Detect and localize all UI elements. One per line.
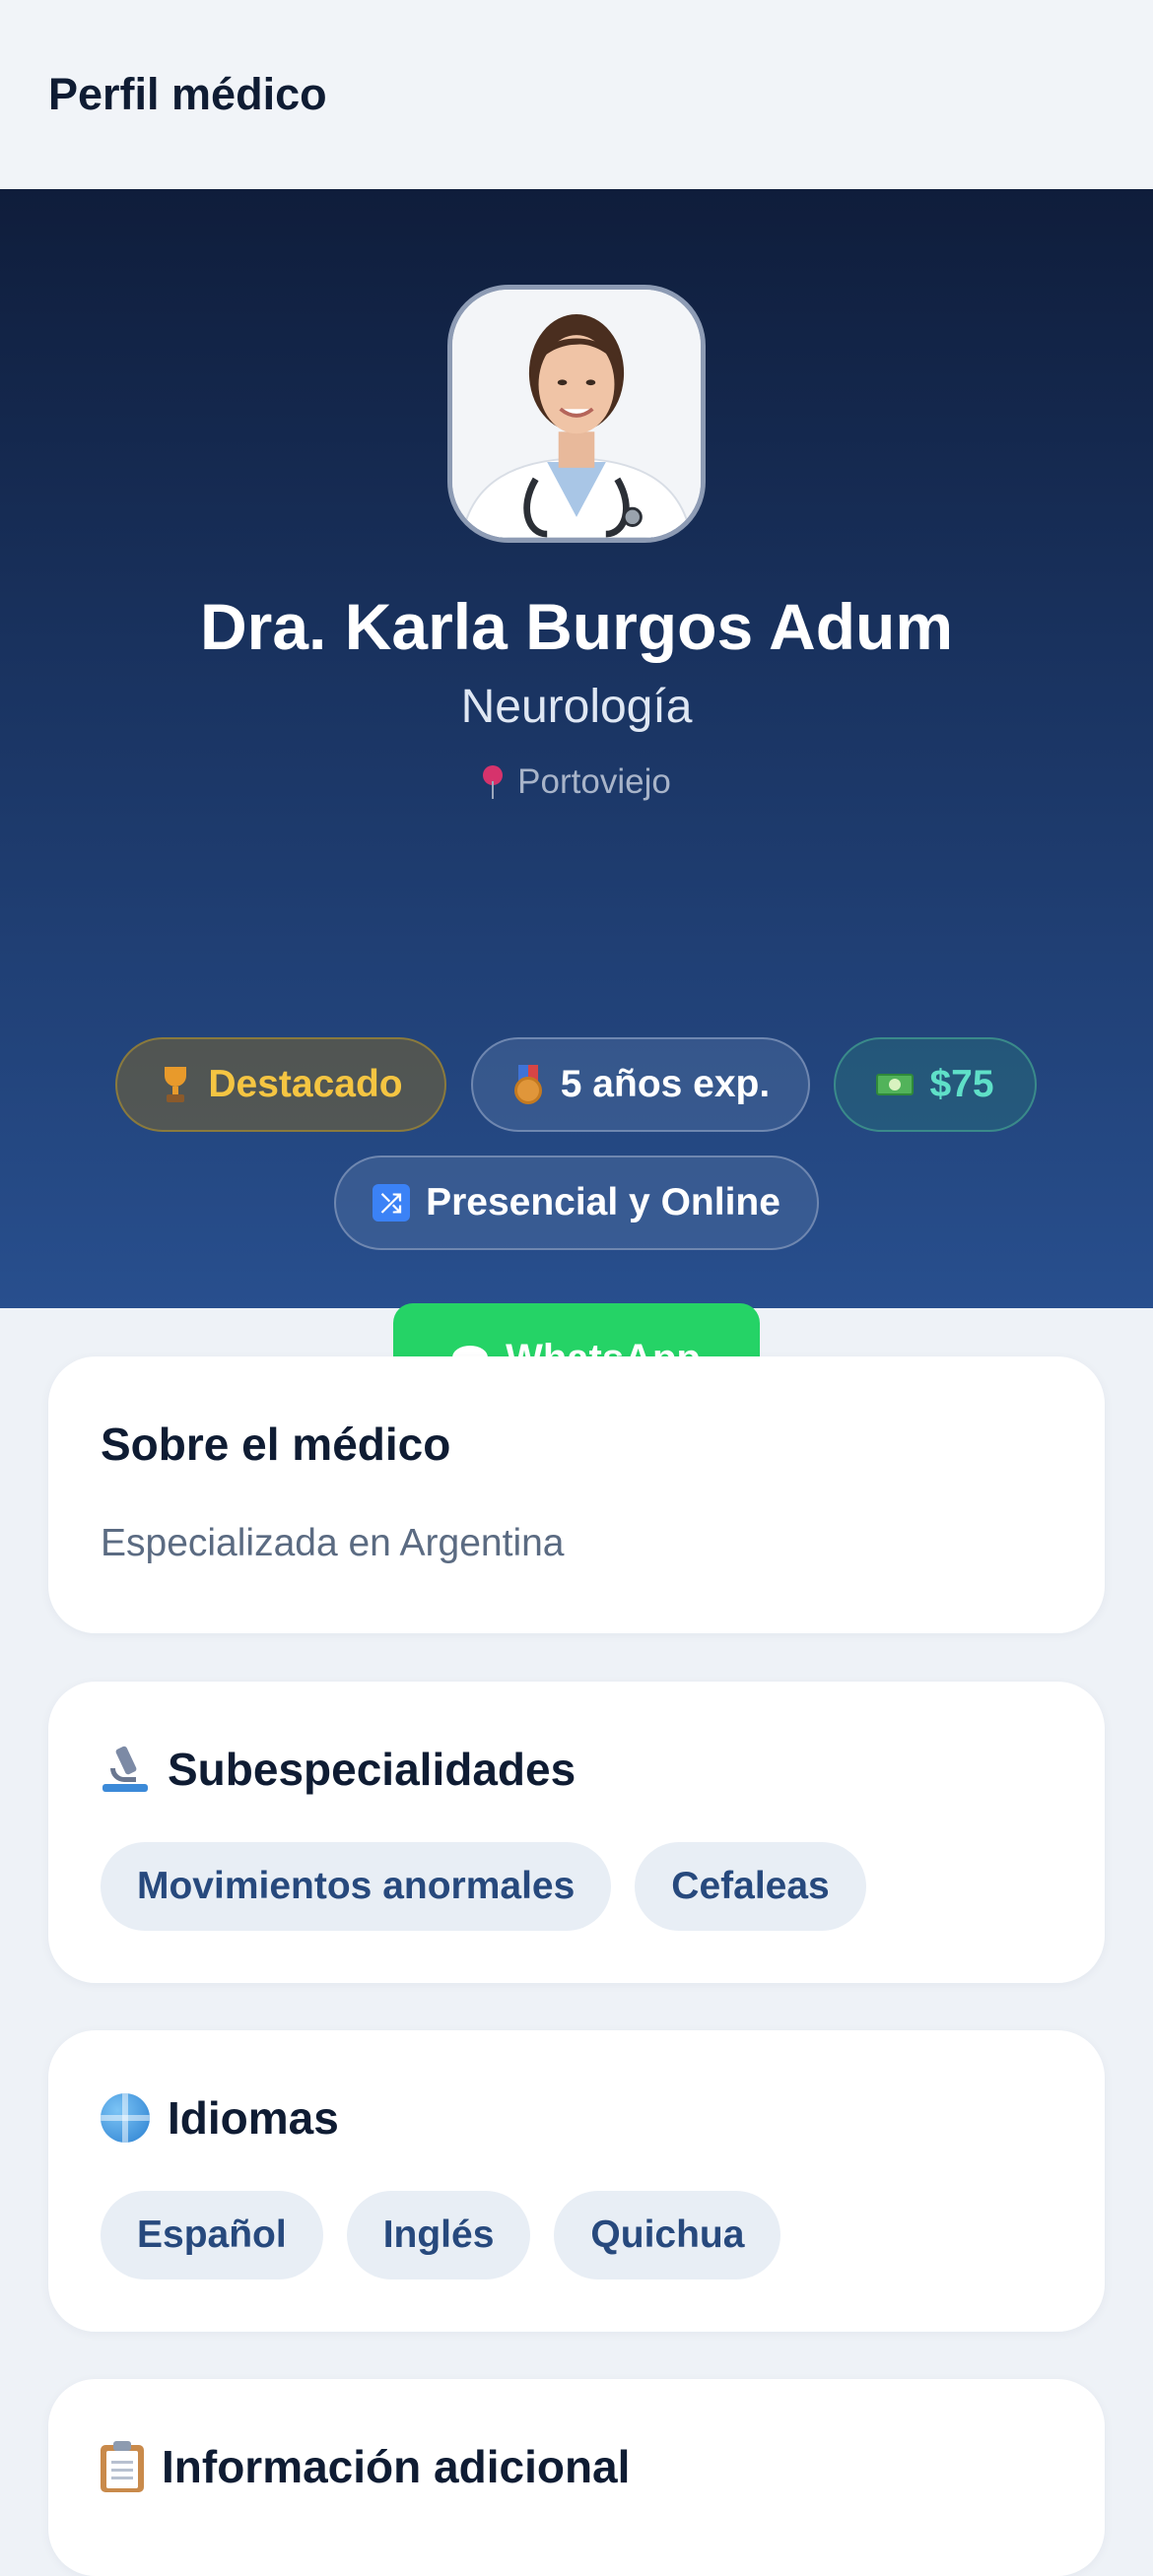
languages-card: Idiomas Español Inglés Quichua [48, 2030, 1105, 2332]
about-text: Especializada en Argentina [101, 1522, 565, 1564]
shuffle-icon: ⤮ [373, 1184, 411, 1222]
language-chip: Quichua [554, 2191, 781, 2279]
trophy-icon [159, 1067, 192, 1102]
about-card: Sobre el médico Especializada en Argenti… [48, 1356, 1105, 1633]
featured-badge: Destacado [115, 1037, 446, 1132]
experience-badge: 5 años exp. [471, 1037, 810, 1132]
doctor-specialty: Neurología [460, 681, 693, 733]
price-badge: $75 [834, 1037, 1037, 1132]
subspecialty-chip: Movimientos anormales [101, 1842, 612, 1931]
languages-heading: Idiomas [101, 2091, 339, 2145]
doctor-portrait [452, 290, 701, 538]
profile-hero: Dra. Karla Burgos Adum Neurología Portov… [0, 189, 1153, 1415]
location-label: Portoviejo [517, 762, 671, 801]
page-title: Perfil médico [48, 69, 327, 119]
experience-label: 5 años exp. [560, 1063, 771, 1105]
money-icon [876, 1071, 915, 1098]
location-pin-icon [482, 765, 504, 799]
subspecialties-title: Subespecialidades [168, 1744, 576, 1795]
additional-heading: Información adicional [101, 2440, 630, 2493]
subspecialty-chip: Cefaleas [635, 1842, 866, 1931]
consultation-mode-badge: ⤮ Presencial y Online [334, 1156, 819, 1250]
languages-title: Idiomas [168, 2092, 339, 2144]
doctor-location: Portoviejo [0, 762, 1153, 802]
languages-list: Español Inglés Quichua [101, 2191, 781, 2279]
doctor-name: Dra. Karla Burgos Adum [199, 590, 954, 663]
top-bar: Perfil médico [0, 0, 1153, 189]
avatar [447, 285, 706, 543]
language-chip: Inglés [346, 2191, 531, 2279]
additional-title: Información adicional [162, 2441, 631, 2492]
microscope-icon [101, 1745, 150, 1794]
medal-icon [511, 1065, 545, 1104]
language-chip: Español [101, 2191, 323, 2279]
additional-info-card: Información adicional [48, 2379, 1105, 2576]
subspecialties-heading: Subespecialidades [101, 1743, 576, 1796]
about-title: Sobre el médico [101, 1419, 451, 1470]
subspecialties-card: Subespecialidades Movimientos anormales … [48, 1682, 1105, 1983]
mode-label: Presencial y Online [426, 1181, 780, 1223]
globe-icon [101, 2093, 150, 2143]
price-label: $75 [929, 1063, 994, 1105]
clipboard-icon [101, 2441, 144, 2492]
subspecialties-list: Movimientos anormales Cefaleas [101, 1842, 866, 1931]
featured-label: Destacado [208, 1063, 403, 1105]
